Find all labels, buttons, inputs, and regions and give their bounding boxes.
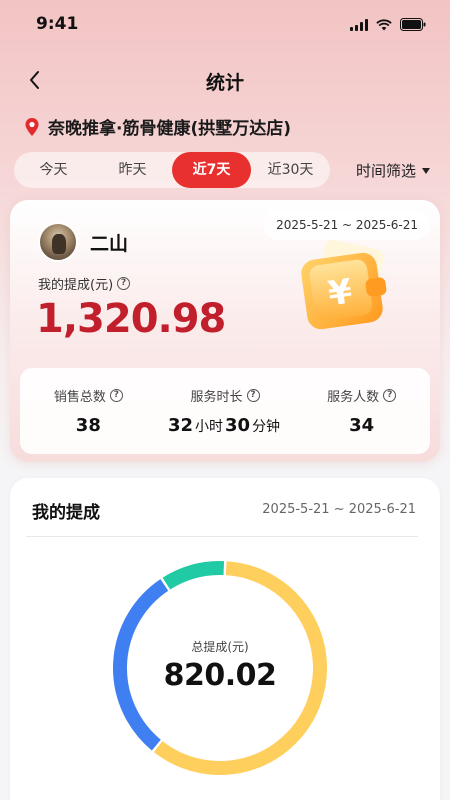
avatar <box>38 222 78 262</box>
wallet-icon: ¥ <box>301 240 387 330</box>
store-info: 奈晚推拿·筋骨健康(拱墅万达店) <box>24 114 291 139</box>
earn-amount: 1,320.98 <box>36 296 226 342</box>
date-filter-tabs: 今天 昨天 近7天 近30天 <box>14 152 330 188</box>
page-title: 统计 <box>205 72 244 94</box>
wifi-icon <box>376 18 392 31</box>
stat-sales-value: 38 <box>75 415 101 436</box>
nav-bar: 统计 <box>0 58 450 102</box>
commission-title: 我的提成 <box>32 503 100 523</box>
time-filter-dropdown[interactable]: 时间筛选 <box>356 160 431 181</box>
stat-duration-label-row: 服务时长 ? <box>157 386 294 405</box>
duration-hours-unit: 小时 <box>195 419 223 435</box>
battery-icon <box>400 18 426 31</box>
status-time: 9:41 <box>36 14 79 34</box>
status-icons <box>350 18 426 31</box>
donut-center-label: 总提成(元) <box>191 640 249 654</box>
stat-customers-label: 服务人数 <box>327 390 380 405</box>
stat-customers-value: 34 <box>349 415 375 436</box>
stat-sales-label-row: 销售总数 ? <box>20 386 157 405</box>
tab-last-7-days[interactable]: 近7天 <box>172 152 251 188</box>
duration-minutes-unit: 分钟 <box>252 419 281 435</box>
donut-slice-3 <box>162 561 225 590</box>
commission-date-range: 2025-5-21 ~ 2025-6-21 <box>262 502 416 517</box>
stat-sales-label: 销售总数 <box>53 390 106 405</box>
help-icon[interactable]: ? <box>109 389 123 402</box>
summary-card: 2025-5-21 ~ 2025-6-21 二山 我的提成(元) ? 1,320… <box>10 200 440 462</box>
help-icon[interactable]: ? <box>246 389 260 402</box>
user-name: 二山 <box>90 232 129 255</box>
divider <box>26 536 418 537</box>
caret-down-icon <box>422 167 431 174</box>
store-name: 奈晚推拿·筋骨健康(拱墅万达店) <box>48 119 291 139</box>
status-bar: 9:41 <box>0 0 450 48</box>
earn-label-text: 我的提成(元) <box>38 278 114 293</box>
commission-card: 我的提成 2025-5-21 ~ 2025-6-21 总提成(元) 820.02 <box>10 478 440 800</box>
stat-duration-value: 32 小时 30 分钟 <box>157 415 294 436</box>
help-icon[interactable]: ? <box>117 277 131 290</box>
stat-customers: 服务人数 ? 34 <box>293 368 430 454</box>
stat-service-duration: 服务时长 ? 32 小时 30 分钟 <box>157 368 294 454</box>
commission-donut-chart: 总提成(元) 820.02 <box>108 556 332 780</box>
user-info: 二山 <box>38 222 128 262</box>
duration-hours: 32 <box>167 415 193 436</box>
earn-label: 我的提成(元) ? <box>38 274 131 293</box>
tab-yesterday[interactable]: 昨天 <box>93 152 172 188</box>
stats-panel: 销售总数 ? 38 服务时长 ? 32 小时 30 分钟 服务人数 ? 34 <box>20 368 430 454</box>
summary-date-range: 2025-5-21 ~ 2025-6-21 <box>264 210 430 240</box>
stat-duration-label: 服务时长 <box>190 390 243 405</box>
help-icon[interactable]: ? <box>383 389 397 402</box>
duration-minutes: 30 <box>225 415 251 436</box>
stat-customers-label-row: 服务人数 ? <box>293 386 430 405</box>
donut-center-value: 820.02 <box>163 658 277 693</box>
signal-icon <box>350 18 368 31</box>
location-pin-icon <box>25 117 39 136</box>
stat-sales: 销售总数 ? 38 <box>20 368 157 454</box>
tab-last-30-days[interactable]: 近30天 <box>251 152 330 188</box>
time-filter-label: 时间筛选 <box>356 162 417 180</box>
tab-today[interactable]: 今天 <box>14 152 93 188</box>
